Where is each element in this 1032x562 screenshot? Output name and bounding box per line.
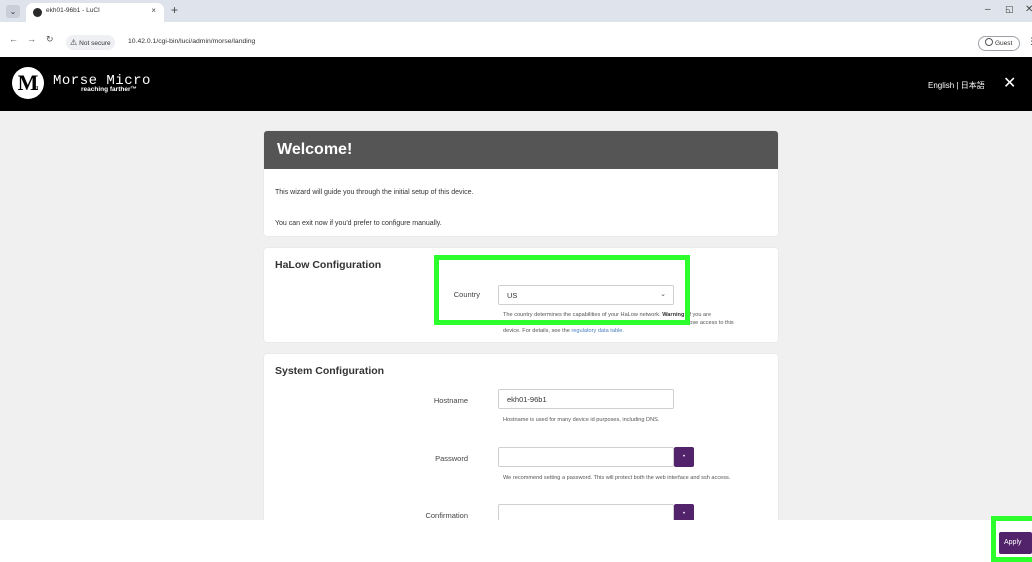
confirmation-input[interactable] — [498, 504, 674, 520]
language-switcher[interactable]: English | 日本語 — [928, 80, 985, 91]
country-help-d: device. For details, see the — [503, 328, 570, 334]
confirmation-reveal-button[interactable]: • — [674, 504, 694, 520]
morse-logo: M 11 — [12, 67, 44, 99]
tab-search-icon[interactable]: ⌄ — [6, 5, 20, 18]
forward-icon[interactable]: → — [27, 34, 36, 44]
logo-sub: 11 — [33, 86, 39, 92]
welcome-card: Welcome! This wizard will guide you thro… — [264, 131, 778, 236]
maximize-icon[interactable]: ◱ — [1005, 4, 1014, 15]
not-secure-label: Not secure — [79, 40, 111, 47]
welcome-header: Welcome! — [264, 131, 778, 169]
halow-section-title: HaLow Configuration — [275, 259, 382, 271]
browser-tabstrip: ⌄ ekh01-96b1 - LuCI × + – ◱ ✕ — [0, 0, 1032, 22]
regulatory-link[interactable]: regulatory data table. — [571, 328, 624, 334]
menu-icon[interactable]: ⋮ — [1027, 36, 1032, 47]
new-tab-button[interactable]: + — [171, 3, 178, 17]
password-label: Password — [435, 454, 468, 463]
exit-text: You can exit now if you'd prefer to conf… — [275, 220, 442, 227]
warning-icon: ⚠ — [70, 38, 78, 47]
page-title: Welcome! — [277, 141, 353, 158]
tab-close-icon[interactable]: × — [151, 6, 156, 15]
hostname-input[interactable]: ekh01-96b1 — [498, 389, 674, 409]
tab-title: ekh01-96b1 - LuCI — [46, 7, 100, 14]
hostname-value: ekh01-96b1 — [507, 395, 547, 404]
browser-tab[interactable]: ekh01-96b1 - LuCI × — [26, 3, 164, 22]
guest-profile-button[interactable]: Guest — [978, 36, 1020, 51]
browser-toolbar: ← → ↻ ⚠ Not secure 10.42.0.1/cgi-bin/luci… — [0, 22, 1032, 57]
hostname-label: Hostname — [433, 396, 468, 405]
guest-label: Guest — [995, 40, 1013, 47]
url-text[interactable]: 10.42.0.1/cgi-bin/luci/admin/morse/landi… — [128, 38, 255, 45]
confirmation-label: Confirmation — [425, 511, 468, 520]
logo-letter: M — [17, 70, 39, 95]
apply-highlight-box — [991, 516, 1032, 562]
brand-tagline: reaching farther™ — [81, 86, 137, 93]
system-card: System Configuration Hostname ekh01-96b1… — [264, 354, 778, 520]
exit-wizard-icon[interactable]: ✕ — [1003, 73, 1016, 93]
reload-icon[interactable]: ↻ — [46, 34, 54, 45]
site-header: M 11 Morse Micro reaching farther™ Engli… — [0, 57, 1032, 111]
system-section-title: System Configuration — [275, 365, 385, 377]
favicon-icon — [33, 8, 42, 17]
country-help-b: If you are — [687, 312, 712, 318]
guest-icon — [985, 38, 993, 46]
password-input[interactable] — [498, 447, 674, 467]
country-highlight-box — [434, 255, 690, 325]
minimize-icon[interactable]: – — [985, 4, 991, 15]
intro-text: This wizard will guide you through the i… — [275, 189, 474, 196]
back-icon[interactable]: ← — [9, 34, 18, 44]
security-chip[interactable]: ⚠ Not secure — [66, 35, 115, 50]
password-help: We recommend setting a password. This wi… — [503, 475, 731, 481]
password-reveal-button[interactable]: • — [674, 447, 694, 467]
hostname-help: Hostname is used for many device id purp… — [503, 417, 660, 423]
address-bar[interactable]: ⚠ Not secure 10.42.0.1/cgi-bin/luci/admin… — [66, 35, 966, 50]
close-icon[interactable]: ✕ — [1025, 4, 1032, 15]
